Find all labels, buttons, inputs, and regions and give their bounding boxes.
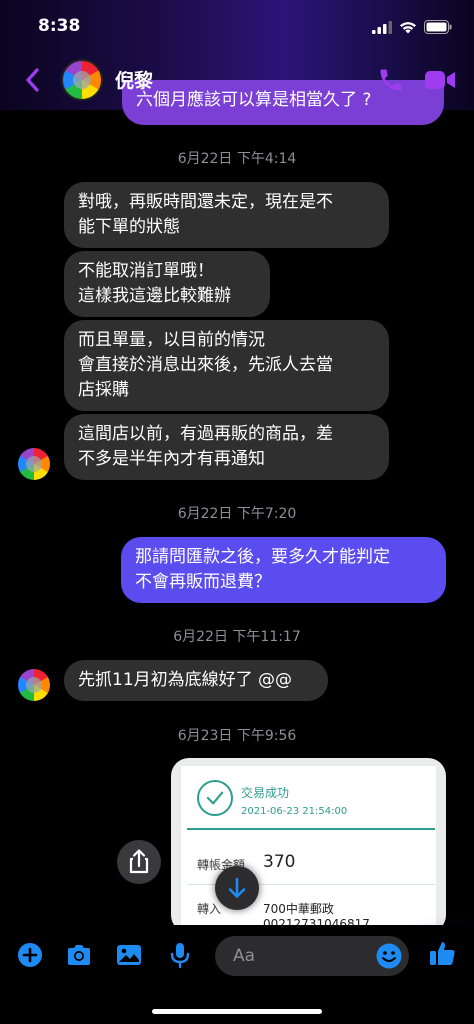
incoming-message[interactable]: 對哦，再販時間還未定，現在是不 能下單的狀態 <box>64 182 389 248</box>
composer-bar: Aa <box>0 925 474 1024</box>
amount-value: 370 <box>263 852 296 872</box>
microphone-icon[interactable] <box>165 940 195 970</box>
message-line: 不會再販而退費？ <box>135 572 271 592</box>
camera-icon[interactable] <box>64 940 94 970</box>
scroll-to-bottom-button[interactable] <box>215 866 259 910</box>
chat-header: 倪黎 <box>0 54 474 106</box>
incoming-message[interactable]: 而且單量，以目前的情況 會直接於消息出來後，先派人去當 店採購 <box>64 320 389 411</box>
home-indicator <box>152 1009 322 1014</box>
phone-icon[interactable] <box>377 66 405 94</box>
message-line: 不多是半年內才有再通知 <box>78 449 265 469</box>
message-line: 先抓11月初為底線好了 @@ <box>78 670 293 690</box>
message-line: 這樣我這邊比較難辦 <box>78 286 231 306</box>
message-input-placeholder: Aa <box>233 946 256 966</box>
receipt-image-message[interactable]: 交易成功 2021-06-23 21:54:00 轉帳金額 370 轉入 700… <box>171 758 446 933</box>
incoming-message[interactable]: 先抓11月初為底線好了 @@ <box>64 660 328 701</box>
plus-icon[interactable] <box>15 940 45 970</box>
divider <box>187 828 435 830</box>
message-line: 對哦，再販時間還未定，現在是不 <box>78 192 333 212</box>
contact-avatar[interactable] <box>61 59 103 101</box>
share-icon <box>129 849 149 874</box>
wifi-icon <box>400 21 416 33</box>
timestamp: 6月23日 下午9:56 <box>177 728 297 744</box>
status-time: 8:38 <box>38 16 81 36</box>
arrow-down-icon <box>228 877 246 898</box>
sender-avatar[interactable] <box>18 669 50 701</box>
message-line: 那請問匯款之後，要多久才能判定 <box>135 547 390 567</box>
check-icon <box>197 780 233 816</box>
message-line: 而且單量，以目前的情況 <box>78 330 265 350</box>
contact-name[interactable]: 倪黎 <box>115 66 153 93</box>
timestamp: 6月22日 下午11:17 <box>173 629 301 645</box>
status-icons <box>372 20 452 34</box>
thumbs-up-icon[interactable] <box>427 938 457 968</box>
bank-name: 700中華郵政 <box>263 902 334 916</box>
video-camera-icon[interactable] <box>424 68 456 92</box>
receipt-title: 交易成功 <box>241 786 290 800</box>
timestamp: 6月22日 下午4:14 <box>177 151 297 167</box>
battery-icon <box>424 20 452 34</box>
timestamp: 6月22日 下午7:20 <box>177 506 297 522</box>
emoji-icon[interactable] <box>374 941 404 971</box>
message-line: 這間店以前，有過再販的商品，差 <box>78 424 333 444</box>
message-line: 不能取消訂單哦！ <box>78 261 214 281</box>
incoming-message[interactable]: 不能取消訂單哦！ 這樣我這邊比較難辦 <box>64 251 270 317</box>
signal-icon <box>372 20 392 34</box>
sender-avatar[interactable] <box>18 448 50 480</box>
share-button[interactable] <box>117 840 161 884</box>
outgoing-message[interactable]: 那請問匯款之後，要多久才能判定 不會再販而退費？ <box>121 537 446 603</box>
message-line: 店採購 <box>78 380 129 400</box>
back-arrow-icon[interactable] <box>22 66 44 94</box>
image-icon[interactable] <box>114 940 144 970</box>
status-bar: 8:38 <box>0 0 474 54</box>
message-line: 會直接於消息出來後，先派人去當 <box>78 355 333 375</box>
incoming-message[interactable]: 這間店以前，有過再販的商品，差 不多是半年內才有再通知 <box>64 414 389 480</box>
message-line: 能下單的狀態 <box>78 217 180 237</box>
receipt-date: 2021-06-23 21:54:00 <box>241 806 348 817</box>
